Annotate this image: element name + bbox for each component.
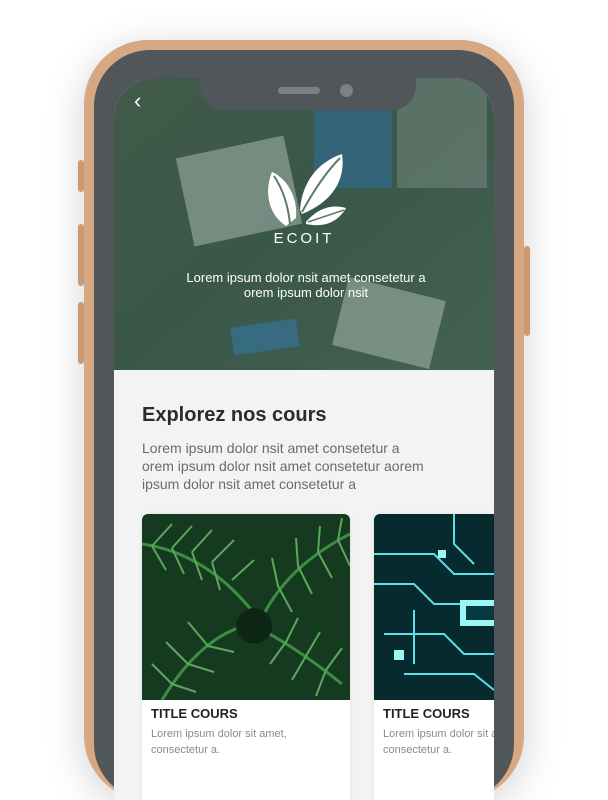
- hero-subtitle: Lorem ipsum dolor nsit amet consetetur a…: [186, 270, 426, 300]
- phone-bezel: ‹ ECOIT Lorem ipsum dolor nsit amet cons…: [94, 50, 514, 800]
- volume-down-button: [78, 302, 84, 364]
- power-button: [524, 246, 530, 336]
- card-title: TITLE COURS: [151, 706, 238, 721]
- phone-frame: ‹ ECOIT Lorem ipsum dolor nsit amet cons…: [78, 40, 530, 800]
- course-card[interactable]: TITLE COURS Lorem ipsum dolor sit amet, …: [374, 514, 494, 800]
- fern-leaves-image: [142, 514, 350, 700]
- section-title: Explorez nos cours: [142, 404, 327, 426]
- notch: [200, 78, 416, 110]
- volume-up-button: [78, 224, 84, 286]
- speaker: [278, 87, 320, 94]
- front-camera: [340, 84, 353, 97]
- hero-banner: ‹ ECOIT Lorem ipsum dolor nsit amet cons…: [114, 78, 494, 370]
- course-carousel[interactable]: TITLE COURS Lorem ipsum dolor sit amet, …: [142, 514, 494, 800]
- circuit-board-image: [374, 514, 494, 700]
- card-description: Lorem ipsum dolor sit amet, consectetur …: [151, 728, 287, 756]
- card-description: Lorem ipsum dolor sit amet, consectetur …: [383, 728, 494, 756]
- course-card[interactable]: TITLE COURS Lorem ipsum dolor sit amet, …: [142, 514, 350, 800]
- card-title: TITLE COURS: [383, 706, 470, 721]
- ecoit-leaf-logo-icon: [268, 154, 346, 226]
- section-description: Lorem ipsum dolor nsit amet consetetur a…: [142, 440, 424, 492]
- brand-name: ECOIT: [273, 230, 335, 247]
- back-chevron-icon[interactable]: ‹: [134, 90, 141, 112]
- app-screen: ‹ ECOIT Lorem ipsum dolor nsit amet cons…: [114, 78, 494, 800]
- courses-intro: Explorez nos cours Lorem ipsum dolor nsi…: [142, 404, 482, 493]
- mute-switch: [78, 160, 84, 192]
